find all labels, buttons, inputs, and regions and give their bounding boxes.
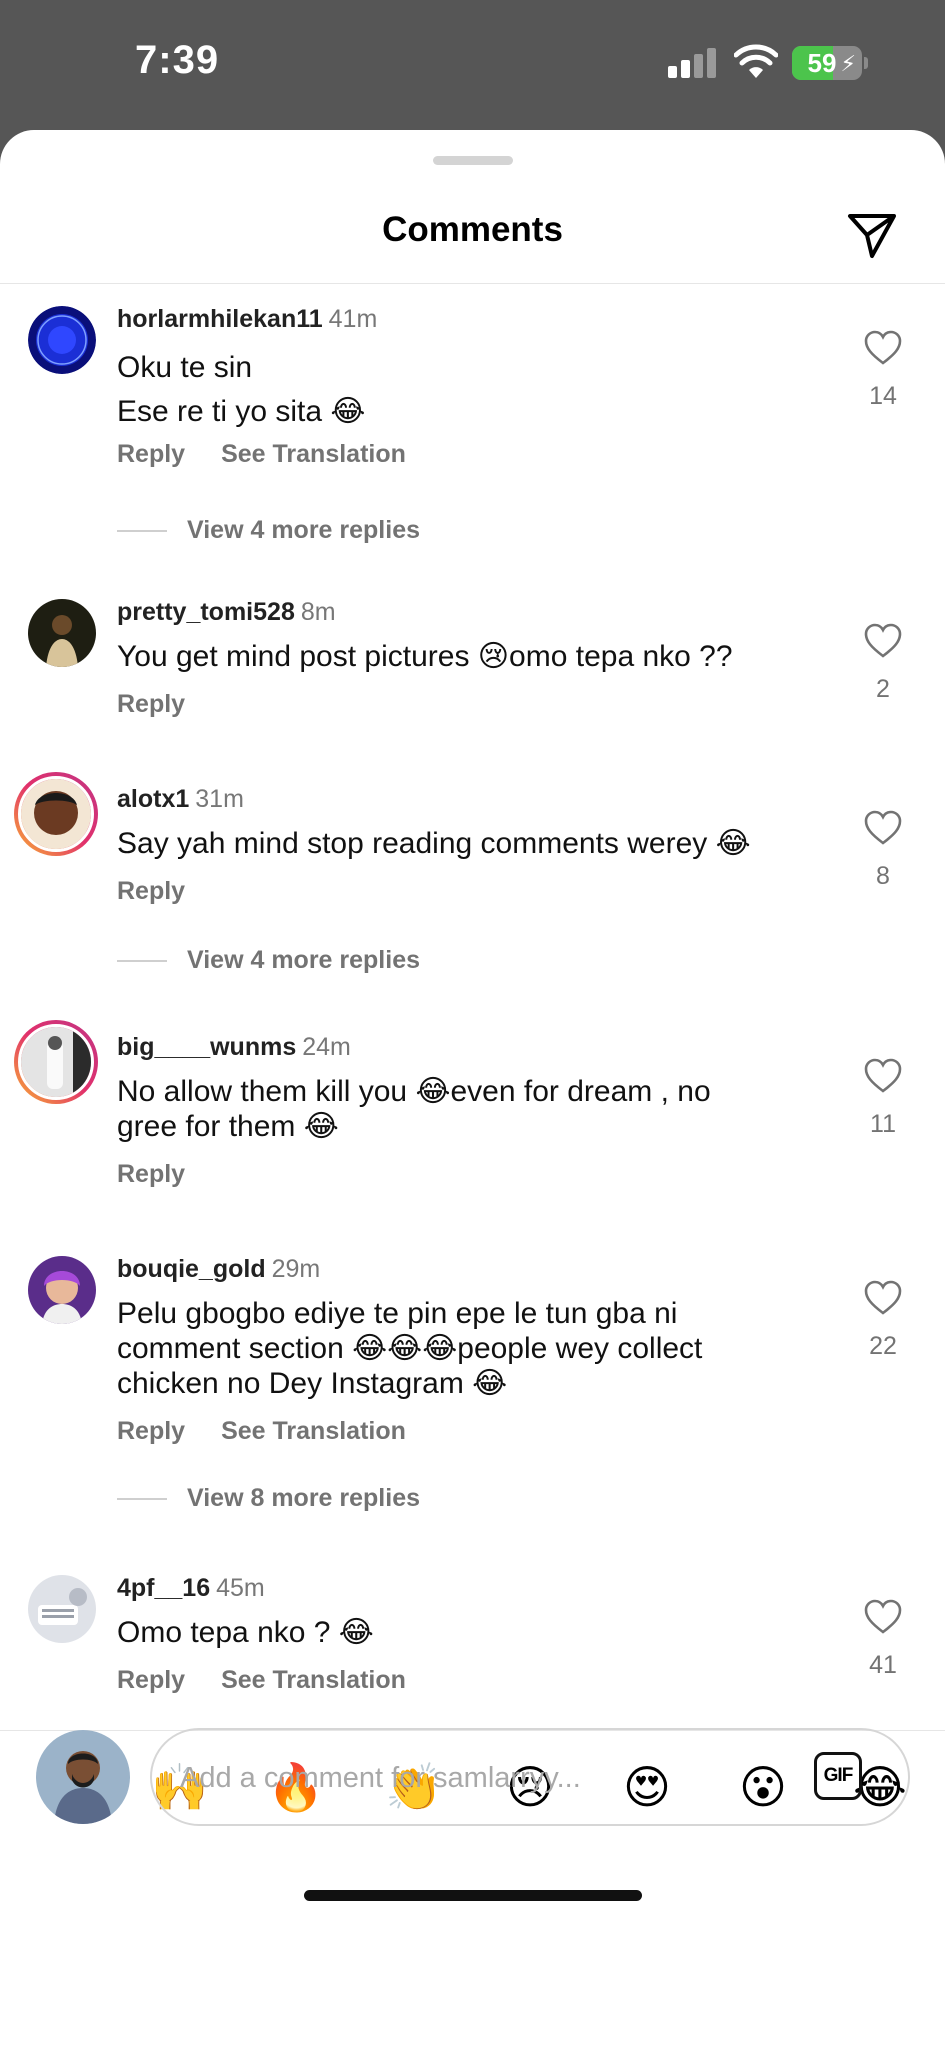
comment-username[interactable]: horlarmhilekan11 41m <box>117 305 377 334</box>
comment-username[interactable]: pretty_tomi528 8m <box>117 598 336 627</box>
like-count: 22 <box>869 1332 897 1360</box>
comment-text: Pelu gbogbo ediye te pin epe le tun gba … <box>117 1297 703 1400</box>
reply-button[interactable]: Reply <box>117 440 185 468</box>
heart-icon <box>864 623 902 658</box>
avatar[interactable] <box>28 306 96 374</box>
like-button[interactable]: 11 <box>856 1058 910 1139</box>
comment-time: 8m <box>300 598 336 626</box>
heart-icon <box>864 1599 902 1634</box>
page-title: Comments <box>382 210 563 249</box>
comment-username[interactable]: 4pf__16 45m <box>117 1574 265 1603</box>
wifi-icon <box>734 44 778 78</box>
replies-divider <box>117 530 167 532</box>
home-indicator <box>304 1890 642 1901</box>
reply-button[interactable]: Reply <box>117 690 185 718</box>
avatar-story-ring[interactable] <box>14 1020 98 1104</box>
comment-username[interactable]: alotx1 31m <box>117 785 244 814</box>
battery-icon: 59 ⚡ <box>792 46 862 80</box>
see-translation-button[interactable]: See Translation <box>221 1417 406 1445</box>
comment-username[interactable]: bouqie_gold 29m <box>117 1255 320 1284</box>
avatar[interactable] <box>28 1256 96 1324</box>
comment-input[interactable] <box>180 1756 740 1800</box>
like-button[interactable]: 2 <box>856 623 910 704</box>
reply-button[interactable]: Reply <box>117 1417 185 1445</box>
comment-time: 29m <box>271 1255 321 1283</box>
avatar-story-ring[interactable] <box>14 772 98 856</box>
comment-text: You get mind post pictures 😢omo tepa nko… <box>117 640 733 673</box>
comment-time: 41m <box>328 305 378 333</box>
reply-button[interactable]: Reply <box>117 1666 185 1694</box>
heart-icon <box>864 1058 902 1093</box>
replies-divider <box>117 1498 167 1500</box>
avatar[interactable] <box>28 599 96 667</box>
comment-text: No allow them kill you 😂even for dream ,… <box>117 1075 711 1143</box>
share-send-icon[interactable] <box>846 208 898 260</box>
like-count: 11 <box>870 1110 896 1138</box>
gif-button[interactable]: GIF <box>814 1752 862 1800</box>
comment-actions: Reply <box>117 877 185 906</box>
current-user-avatar[interactable] <box>36 1730 130 1824</box>
like-count: 14 <box>869 382 897 410</box>
reply-button[interactable]: Reply <box>117 1160 185 1188</box>
like-count: 8 <box>876 862 890 890</box>
comment-time: 24m <box>302 1033 351 1061</box>
comment-text: Omo tepa nko ? 😂 <box>117 1616 374 1649</box>
reply-button[interactable]: Reply <box>117 877 185 905</box>
comment-text: Say yah mind stop reading comments werey… <box>117 827 751 860</box>
comment-time: 31m <box>195 785 244 813</box>
comment-actions: Reply See Translation <box>117 440 406 469</box>
see-translation-button[interactable]: See Translation <box>221 1666 406 1694</box>
replies-divider <box>117 960 167 962</box>
battery-nub <box>864 57 868 69</box>
heart-icon <box>864 1280 902 1315</box>
like-button[interactable]: 14 <box>856 330 910 411</box>
avatar[interactable] <box>28 1575 96 1643</box>
charging-icon: ⚡ <box>840 51 856 76</box>
sheet-grabber[interactable] <box>433 156 513 165</box>
comment-username[interactable]: big____wunms 24m <box>117 1033 351 1062</box>
status-bar: 7:39 59 ⚡ <box>0 0 945 130</box>
heart-icon <box>864 810 902 845</box>
comment-actions: Reply See Translation <box>117 1417 406 1446</box>
like-count: 41 <box>869 1651 897 1679</box>
like-button[interactable]: 8 <box>856 810 910 891</box>
comment-actions: Reply <box>117 1160 185 1189</box>
sheet-header: Comments <box>0 190 945 284</box>
like-button[interactable]: 41 <box>856 1599 910 1680</box>
comment-text: Oku te sin Ese re ti yo sita 😂 <box>117 351 366 428</box>
comment-time: 45m <box>216 1574 265 1602</box>
comment-actions: Reply See Translation <box>117 1666 406 1695</box>
signal-icon <box>668 48 718 78</box>
comment-composer: GIF <box>150 1728 910 1826</box>
like-count: 2 <box>876 675 890 703</box>
like-button[interactable]: 22 <box>856 1280 910 1361</box>
comment-actions: Reply <box>117 690 185 719</box>
see-translation-button[interactable]: See Translation <box>221 440 406 468</box>
status-time: 7:39 <box>135 38 220 82</box>
heart-icon <box>864 330 902 365</box>
